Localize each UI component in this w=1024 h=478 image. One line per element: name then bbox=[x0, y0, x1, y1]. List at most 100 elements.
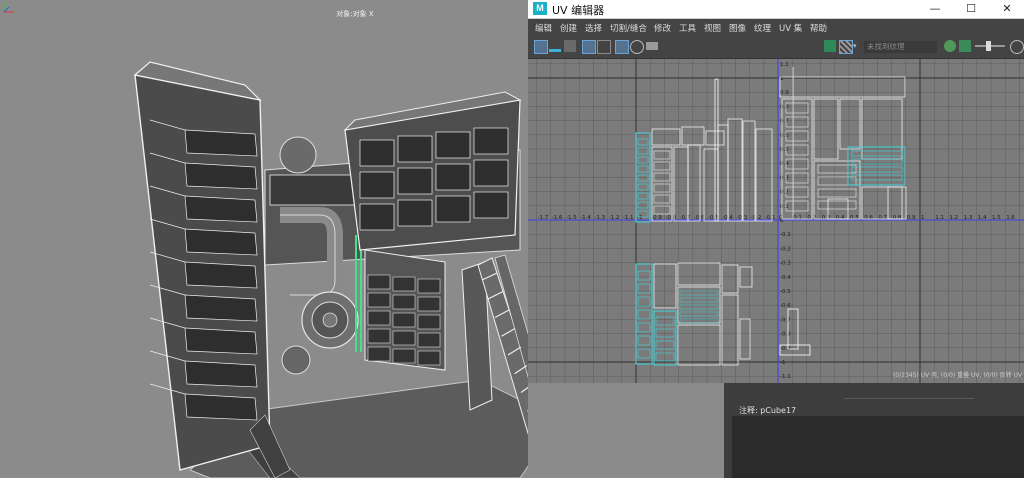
close-button[interactable]: ✕ bbox=[990, 0, 1024, 18]
uv-shell[interactable] bbox=[817, 188, 857, 198]
uv-shell[interactable] bbox=[679, 304, 719, 310]
uv-sphere-icon[interactable] bbox=[944, 40, 956, 52]
uv-shell[interactable] bbox=[653, 150, 671, 160]
uv-shell[interactable] bbox=[651, 128, 681, 146]
uv-isolate-icon[interactable] bbox=[597, 40, 611, 54]
menu-select[interactable]: 选择 bbox=[585, 22, 602, 34]
uv-shell[interactable] bbox=[637, 165, 649, 173]
uv-shell[interactable] bbox=[677, 324, 721, 366]
scene-model[interactable] bbox=[0, 0, 528, 478]
slider-handle[interactable] bbox=[986, 41, 991, 51]
uv-shell[interactable] bbox=[637, 201, 649, 209]
uv-shell[interactable] bbox=[779, 76, 906, 98]
uv-shell[interactable] bbox=[851, 166, 903, 173]
uv-shell[interactable] bbox=[637, 138, 649, 146]
texture-icon[interactable] bbox=[959, 40, 971, 52]
uv-shell[interactable] bbox=[637, 174, 649, 182]
uv-shell[interactable] bbox=[637, 322, 651, 333]
uv-editor-window[interactable]: M UV 编辑器 — ☐ ✕ 编辑 创建 选择 切割/缝合 修改 工具 视图 图… bbox=[528, 0, 1024, 383]
uv-shell[interactable] bbox=[653, 310, 677, 366]
uv-shell[interactable] bbox=[637, 270, 651, 281]
uv-shell[interactable] bbox=[703, 148, 719, 222]
uv-shell[interactable] bbox=[653, 194, 671, 204]
title-bar[interactable]: M UV 编辑器 — ☐ ✕ bbox=[528, 0, 1024, 19]
uv-shell[interactable] bbox=[653, 183, 671, 193]
uv-shell[interactable] bbox=[653, 205, 671, 215]
uv-shell[interactable] bbox=[655, 316, 675, 326]
uv-shell[interactable] bbox=[785, 116, 809, 128]
uv-layout-icon[interactable] bbox=[564, 40, 576, 52]
uv-shell[interactable] bbox=[817, 176, 857, 186]
maximize-button[interactable]: ☐ bbox=[954, 0, 988, 18]
uv-camera-icon[interactable] bbox=[646, 42, 658, 50]
uv-shell[interactable] bbox=[637, 183, 649, 191]
uv-shell[interactable] bbox=[785, 158, 809, 170]
uv-shell[interactable] bbox=[637, 156, 649, 164]
uv-shell[interactable] bbox=[785, 102, 809, 114]
drawer-front bbox=[392, 294, 416, 310]
shelf-cell bbox=[184, 261, 258, 289]
notes-textarea[interactable] bbox=[732, 416, 1024, 478]
uv-shell[interactable] bbox=[637, 296, 651, 307]
shelf-cell bbox=[397, 135, 433, 163]
uv-shell[interactable] bbox=[679, 297, 719, 303]
image-icon[interactable] bbox=[824, 40, 836, 52]
uv-shell[interactable] bbox=[637, 192, 649, 200]
uv-grid-icon[interactable] bbox=[534, 40, 548, 54]
v-tick-label: -0.3 bbox=[780, 261, 791, 267]
minimize-button[interactable]: — bbox=[918, 0, 952, 18]
menu-uv-sets[interactable]: UV 集 bbox=[779, 22, 802, 34]
uv-shell[interactable] bbox=[817, 200, 857, 210]
uv-shell[interactable] bbox=[679, 290, 719, 296]
uv-shell[interactable] bbox=[785, 130, 809, 142]
uv-shell[interactable] bbox=[677, 262, 721, 286]
uv-shell[interactable] bbox=[813, 98, 839, 160]
u-tick-label: -0.8 bbox=[665, 215, 676, 221]
uv-shell[interactable] bbox=[861, 98, 903, 160]
uv-shell[interactable] bbox=[637, 335, 651, 346]
uv-shell[interactable] bbox=[714, 78, 719, 222]
uv-shell[interactable] bbox=[673, 146, 689, 222]
menu-view[interactable]: 视图 bbox=[704, 22, 721, 34]
exposure-icon[interactable] bbox=[1010, 40, 1024, 54]
uv-shell[interactable] bbox=[851, 150, 903, 157]
checker-map-icon[interactable] bbox=[839, 40, 853, 54]
menu-edit[interactable]: 编辑 bbox=[535, 22, 552, 34]
uv-shell[interactable] bbox=[655, 328, 675, 338]
uv-shell[interactable] bbox=[785, 144, 809, 156]
uv-shell[interactable] bbox=[637, 309, 651, 320]
uv-shell[interactable] bbox=[637, 283, 651, 294]
uv-checker-icon[interactable] bbox=[615, 40, 629, 54]
menu-image[interactable]: 图像 bbox=[729, 22, 746, 34]
uv-shaded-icon[interactable] bbox=[630, 40, 644, 54]
uv-shell[interactable] bbox=[679, 311, 719, 317]
v-tick-label: 0.1 bbox=[780, 204, 789, 210]
uv-shell[interactable] bbox=[739, 318, 751, 360]
menu-help[interactable]: 帮助 bbox=[810, 22, 827, 34]
uv-shell[interactable] bbox=[637, 348, 651, 359]
shelf-cell bbox=[473, 127, 509, 155]
notes-separator bbox=[844, 398, 974, 399]
uv-align-icon[interactable] bbox=[549, 40, 561, 52]
menu-create[interactable]: 创建 bbox=[560, 22, 577, 34]
uv-shell[interactable] bbox=[817, 164, 857, 174]
drawer-front bbox=[367, 292, 391, 308]
3d-viewport[interactable]: 对象:对象 X bbox=[0, 0, 528, 478]
uv-shell[interactable] bbox=[847, 146, 906, 186]
uv-shell[interactable] bbox=[787, 308, 799, 350]
texture-filter-field[interactable]: 未找到纹理 bbox=[864, 41, 937, 53]
menu-cut-sew[interactable]: 切割/缝合 bbox=[610, 22, 647, 34]
uv-grid-canvas[interactable]: -1.7 -1.6 -1.5 -1.4 -1.3 -1.2 -1.1 -1 -0.9 -0.8 -0… bbox=[528, 59, 1024, 383]
uv-shell[interactable] bbox=[813, 160, 861, 220]
uv-shell[interactable] bbox=[717, 124, 729, 222]
menu-tools[interactable]: 工具 bbox=[679, 22, 696, 34]
menu-texture[interactable]: 纹理 bbox=[754, 22, 771, 34]
uv-frame-icon[interactable] bbox=[582, 40, 596, 54]
uv-shell[interactable] bbox=[785, 186, 809, 198]
uv-shell[interactable] bbox=[653, 263, 677, 309]
menu-modify[interactable]: 修改 bbox=[654, 22, 671, 34]
uv-shell[interactable] bbox=[785, 172, 809, 184]
uv-shell[interactable] bbox=[655, 352, 675, 362]
uv-shell[interactable] bbox=[687, 144, 701, 222]
uv-shell[interactable] bbox=[653, 172, 671, 182]
